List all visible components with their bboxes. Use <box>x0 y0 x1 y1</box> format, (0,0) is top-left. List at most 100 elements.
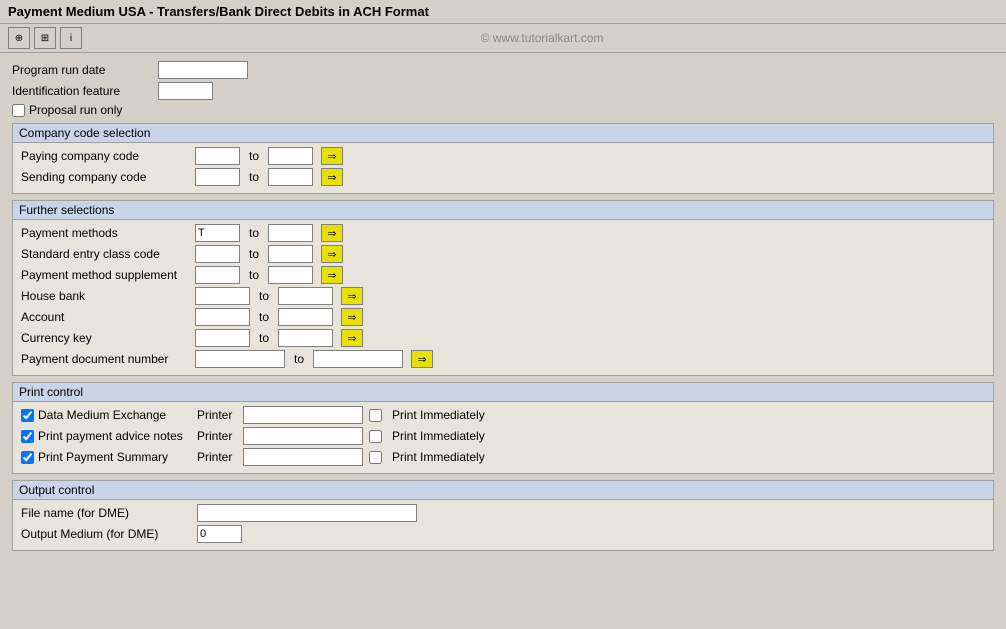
paying-company-code-from[interactable] <box>195 147 240 165</box>
data-medium-exchange-row: Data Medium Exchange Printer Print Immed… <box>21 406 985 424</box>
account-from[interactable] <box>195 308 250 326</box>
currency-key-to[interactable] <box>278 329 333 347</box>
payment-methods-to[interactable] <box>268 224 313 242</box>
page-title: Payment Medium USA - Transfers/Bank Dire… <box>8 4 429 19</box>
further-selections-section: Further selections Payment methods to ⇒ … <box>12 200 994 376</box>
currency-key-arrow[interactable]: ⇒ <box>341 329 363 347</box>
payment-methods-row: Payment methods to ⇒ <box>21 224 985 242</box>
further-selections-body: Payment methods to ⇒ Standard entry clas… <box>13 220 993 375</box>
output-medium-label: Output Medium (for DME) <box>21 527 191 541</box>
print-immediately-checkbox-2[interactable] <box>369 430 382 443</box>
paying-to-label: to <box>244 149 264 163</box>
print-payment-advice-label: Print payment advice notes <box>21 429 191 443</box>
print-payment-advice-row: Print payment advice notes Printer Print… <box>21 427 985 445</box>
paying-company-code-to[interactable] <box>268 147 313 165</box>
sending-to-label: to <box>244 170 264 184</box>
toolbar-btn-3[interactable]: i <box>60 27 82 49</box>
pms-to-label: to <box>244 268 264 282</box>
standard-entry-class-from[interactable] <box>195 245 240 263</box>
account-label: Account <box>21 310 191 324</box>
sending-company-code-from[interactable] <box>195 168 240 186</box>
sending-company-code-to[interactable] <box>268 168 313 186</box>
file-name-label: File name (for DME) <box>21 506 191 520</box>
payment-document-number-from[interactable] <box>195 350 285 368</box>
print-payment-summary-label: Print Payment Summary <box>21 450 191 464</box>
house-bank-row: House bank to ⇒ <box>21 287 985 305</box>
print-immediately-label-1: Print Immediately <box>392 408 485 422</box>
payment-document-number-row: Payment document number to ⇒ <box>21 350 985 368</box>
house-bank-label: House bank <box>21 289 191 303</box>
print-immediately-label-2: Print Immediately <box>392 429 485 443</box>
payment-document-number-label: Payment document number <box>21 352 191 366</box>
file-name-input[interactable] <box>197 504 417 522</box>
top-fields: Program run date Identification feature … <box>12 61 994 117</box>
proposal-run-only-row: Proposal run only <box>12 103 994 117</box>
payment-document-number-to[interactable] <box>313 350 403 368</box>
paying-company-code-row: Paying company code to ⇒ <box>21 147 985 165</box>
toolbar-btn-1[interactable]: ⊕ <box>8 27 30 49</box>
account-to[interactable] <box>278 308 333 326</box>
house-bank-from[interactable] <box>195 287 250 305</box>
pdn-to-label: to <box>289 352 309 366</box>
print-payment-summary-checkbox[interactable] <box>21 451 34 464</box>
program-run-date-row: Program run date <box>12 61 994 79</box>
payment-method-supplement-row: Payment method supplement to ⇒ <box>21 266 985 284</box>
proposal-run-only-checkbox[interactable] <box>12 104 25 117</box>
print-immediately-checkbox-3[interactable] <box>369 451 382 464</box>
printer-input-3[interactable] <box>243 448 363 466</box>
account-row: Account to ⇒ <box>21 308 985 326</box>
currency-key-label: Currency key <box>21 331 191 345</box>
file-name-row: File name (for DME) <box>21 504 985 522</box>
sec-to-label: to <box>244 247 264 261</box>
data-medium-exchange-label: Data Medium Exchange <box>21 408 191 422</box>
paying-company-code-arrow[interactable]: ⇒ <box>321 147 343 165</box>
standard-entry-class-arrow[interactable]: ⇒ <box>321 245 343 263</box>
payment-document-number-arrow[interactable]: ⇒ <box>411 350 433 368</box>
company-code-section: Company code selection Paying company co… <box>12 123 994 194</box>
print-control-body: Data Medium Exchange Printer Print Immed… <box>13 402 993 473</box>
ck-to-label: to <box>254 331 274 345</box>
printer-label-2: Printer <box>197 429 237 443</box>
toolbar-btn-2[interactable]: ⊞ <box>34 27 56 49</box>
printer-label-1: Printer <box>197 408 237 422</box>
payment-method-supplement-from[interactable] <box>195 266 240 284</box>
standard-entry-class-to[interactable] <box>268 245 313 263</box>
output-control-section: Output control File name (for DME) Outpu… <box>12 480 994 551</box>
print-control-section: Print control Data Medium Exchange Print… <box>12 382 994 474</box>
house-bank-arrow[interactable]: ⇒ <box>341 287 363 305</box>
identification-feature-input[interactable] <box>158 82 213 100</box>
pm-to-label: to <box>244 226 264 240</box>
output-medium-input[interactable] <box>197 525 242 543</box>
identification-feature-label: Identification feature <box>12 84 152 98</box>
payment-methods-from[interactable] <box>195 224 240 242</box>
print-payment-summary-row: Print Payment Summary Printer Print Imme… <box>21 448 985 466</box>
hb-to-label: to <box>254 289 274 303</box>
sending-company-code-row: Sending company code to ⇒ <box>21 168 985 186</box>
payment-methods-label: Payment methods <box>21 226 191 240</box>
printer-input-1[interactable] <box>243 406 363 424</box>
output-medium-row: Output Medium (for DME) <box>21 525 985 543</box>
sending-company-code-arrow[interactable]: ⇒ <box>321 168 343 186</box>
program-run-date-input[interactable] <box>158 61 248 79</box>
currency-key-row: Currency key to ⇒ <box>21 329 985 347</box>
print-control-header: Print control <box>13 383 993 402</box>
further-selections-header: Further selections <box>13 201 993 220</box>
output-control-body: File name (for DME) Output Medium (for D… <box>13 500 993 550</box>
data-medium-exchange-checkbox[interactable] <box>21 409 34 422</box>
payment-method-supplement-arrow[interactable]: ⇒ <box>321 266 343 284</box>
standard-entry-class-row: Standard entry class code to ⇒ <box>21 245 985 263</box>
account-arrow[interactable]: ⇒ <box>341 308 363 326</box>
print-payment-advice-checkbox[interactable] <box>21 430 34 443</box>
copyright: © www.tutorialkart.com <box>86 31 998 45</box>
payment-method-supplement-to[interactable] <box>268 266 313 284</box>
currency-key-from[interactable] <box>195 329 250 347</box>
print-immediately-checkbox-1[interactable] <box>369 409 382 422</box>
acc-to-label: to <box>254 310 274 324</box>
payment-methods-arrow[interactable]: ⇒ <box>321 224 343 242</box>
proposal-run-only-label: Proposal run only <box>29 103 122 117</box>
house-bank-to[interactable] <box>278 287 333 305</box>
toolbar: ⊕ ⊞ i © www.tutorialkart.com <box>0 24 1006 53</box>
output-control-header: Output control <box>13 481 993 500</box>
printer-input-2[interactable] <box>243 427 363 445</box>
company-code-header: Company code selection <box>13 124 993 143</box>
